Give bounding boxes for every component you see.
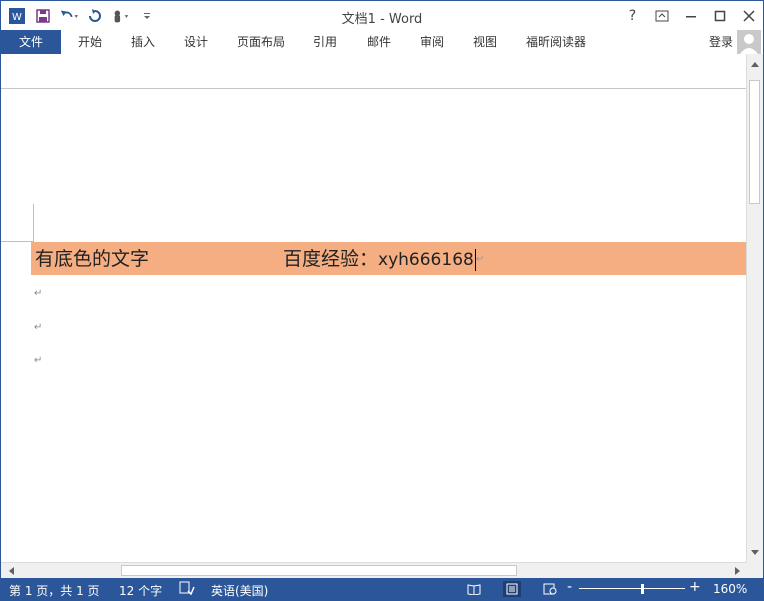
maximize-button[interactable]	[705, 1, 734, 30]
tab-page-layout[interactable]: 页面布局	[229, 30, 293, 54]
title-bar: W 文档1 - Word ?	[1, 1, 763, 30]
paragraph-mark: ↵	[34, 322, 43, 333]
scroll-up-icon	[751, 61, 759, 67]
minimize-button[interactable]	[676, 1, 705, 30]
word-count[interactable]: 12 个字	[119, 582, 162, 599]
scroll-up-button[interactable]	[747, 56, 763, 72]
print-layout-button[interactable]	[503, 581, 521, 597]
user-icon	[740, 34, 758, 54]
baidu-id: xyh666168	[378, 250, 474, 270]
page-margin-corner-vertical	[33, 204, 34, 242]
zoom-slider[interactable]	[579, 588, 685, 589]
page-margin-corner-horizontal	[1, 241, 33, 242]
scroll-right-button[interactable]	[729, 563, 745, 579]
tab-view[interactable]: 视图	[464, 30, 506, 54]
close-icon	[742, 9, 755, 22]
help-button[interactable]: ?	[618, 1, 647, 30]
avatar[interactable]	[737, 30, 761, 54]
ribbon-display-icon	[655, 10, 668, 21]
tab-foxit-reader[interactable]: 福昕阅读器	[518, 30, 594, 54]
paragraph-mark: ↵	[475, 254, 485, 265]
maximize-icon	[714, 10, 725, 21]
document-line-1[interactable]: 有底色的文字 百度经验：xyh666168 ↵	[35, 247, 484, 271]
sign-in-link[interactable]: 登录	[709, 33, 733, 50]
shaded-text: 有底色的文字	[35, 248, 150, 270]
vertical-scrollbar[interactable]	[746, 54, 763, 562]
baidu-label: 百度经验：	[283, 248, 379, 270]
scroll-left-button[interactable]	[3, 563, 19, 579]
zoom-slider-thumb[interactable]	[641, 584, 644, 594]
tab-file[interactable]: 文件	[1, 30, 61, 54]
web-layout-icon	[543, 583, 557, 595]
language-indicator[interactable]: 英语(美国)	[211, 582, 268, 599]
close-button[interactable]	[734, 1, 763, 30]
tab-design[interactable]: 设计	[175, 30, 217, 54]
scrollbar-corner	[747, 562, 763, 578]
scroll-down-button[interactable]	[747, 544, 763, 560]
ribbon-tabs: 文件 开始 插入 设计 页面布局 引用 邮件 审阅 视图 福昕阅读器 登录	[1, 30, 763, 54]
zoom-out-button[interactable]: -	[567, 579, 572, 595]
horizontal-scrollbar[interactable]	[1, 562, 747, 579]
ribbon-separator	[1, 88, 747, 89]
tab-mailings[interactable]: 邮件	[358, 30, 400, 54]
tab-home[interactable]: 开始	[69, 30, 111, 54]
scroll-left-icon	[8, 567, 14, 575]
window-controls: ?	[618, 1, 763, 30]
paragraph-mark: ↵	[34, 355, 43, 366]
web-layout-button[interactable]	[541, 581, 559, 597]
vertical-scroll-thumb[interactable]	[749, 80, 760, 204]
scroll-right-icon	[734, 567, 740, 575]
read-mode-icon	[467, 584, 481, 595]
page-count[interactable]: 第 1 页，共 1 页	[9, 582, 100, 599]
scroll-down-icon	[751, 549, 759, 555]
horizontal-scroll-thumb[interactable]	[121, 565, 517, 576]
zoom-level[interactable]: 160%	[713, 582, 747, 596]
zoom-in-button[interactable]: +	[689, 579, 701, 595]
word-window: W 文档1 - Word ? 文件 开始 插入 设计 页面布局 引用 邮件 审阅…	[0, 0, 764, 601]
document-canvas[interactable]: 有底色的文字 百度经验：xyh666168 ↵ ↵ ↵ ↵	[1, 54, 747, 562]
ribbon-display-options-button[interactable]	[647, 1, 676, 30]
print-layout-icon	[506, 583, 518, 595]
tab-references[interactable]: 引用	[304, 30, 346, 54]
tab-insert[interactable]: 插入	[122, 30, 164, 54]
paragraph-mark: ↵	[34, 288, 43, 299]
read-mode-button[interactable]	[465, 581, 483, 597]
tab-review[interactable]: 审阅	[411, 30, 453, 54]
status-bar: 第 1 页，共 1 页 12 个字 英语(美国) - + 160%	[1, 578, 763, 600]
minimize-icon	[685, 15, 696, 17]
proofing-icon[interactable]	[179, 581, 195, 598]
